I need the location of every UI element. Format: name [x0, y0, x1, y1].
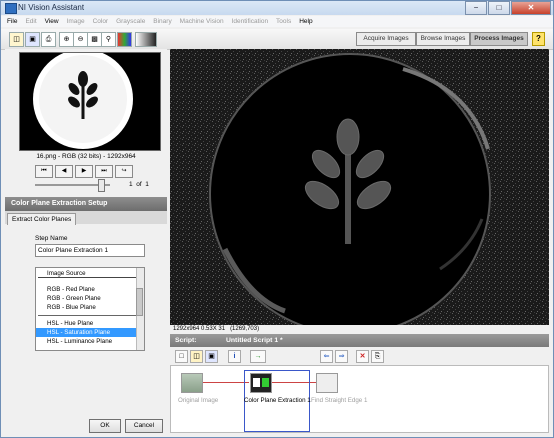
tab-acquire-images[interactable]: Acquire Images [356, 32, 416, 46]
color-palette-icon[interactable] [117, 32, 132, 47]
list-item-rgb-blue[interactable]: RGB - Blue Plane [36, 303, 136, 312]
save-icon[interactable]: ▣ [25, 32, 40, 47]
page-total: 1 [145, 181, 149, 188]
list-item-rgb-red[interactable]: RGB - Red Plane [36, 285, 136, 294]
step-name-label: Step Name [35, 235, 68, 242]
list-divider [38, 315, 136, 316]
delete-step-icon[interactable]: ✕ [356, 350, 369, 363]
script-header: Script: Untitled Script 1 * [170, 334, 549, 347]
menu-file[interactable]: File [7, 16, 17, 27]
move-left-icon[interactable]: ⇐ [320, 350, 333, 363]
setup-tab-strip: Extract Color Planes [5, 211, 167, 225]
setup-title: Color Plane Extraction Setup [5, 197, 167, 211]
last-image-icon[interactable]: ⏭ [95, 165, 113, 178]
list-scroll-thumb[interactable] [136, 288, 143, 316]
menu-view[interactable]: View [45, 16, 59, 27]
menu-image[interactable]: Image [67, 16, 85, 27]
menu-help[interactable]: Help [299, 16, 312, 27]
app-window: NI Vision Assistant − □ ✕ File Edit View… [0, 0, 554, 438]
step-find-straight-edge[interactable] [316, 373, 338, 393]
tab-browse-images[interactable]: Browse Images [416, 32, 470, 46]
image-status-bar: 1292x964 0.53X 31 (1269,703) [170, 325, 549, 334]
open-image-icon[interactable]: ◫ [9, 32, 24, 47]
script-canvas[interactable]: Original Image Color Plane Extraction 1 … [170, 365, 549, 433]
step-name-input[interactable]: Color Plane Extraction 1 [35, 244, 145, 257]
save-script-icon[interactable]: ▣ [205, 350, 218, 363]
image-slider-handle[interactable] [98, 179, 105, 192]
processed-image [170, 49, 549, 325]
step-connector [201, 382, 249, 383]
minimize-button[interactable]: − [465, 1, 487, 15]
script-name: Untitled Script 1 * [226, 337, 283, 344]
menu-color[interactable]: Color [93, 16, 109, 27]
list-item-hsl-luminance[interactable]: HSL - Luminance Plane [36, 337, 136, 346]
run-once-icon[interactable]: → [250, 350, 266, 363]
step-label-original-image: Original Image [178, 397, 219, 404]
color-plane-list[interactable]: Image Source RGB - Red Plane RGB - Green… [35, 267, 145, 351]
tab-process-images[interactable]: Process Images [470, 32, 528, 46]
maximize-button[interactable]: □ [488, 1, 510, 15]
app-logo-icon [5, 3, 17, 14]
list-item-hsl-saturation[interactable]: HSL - Saturation Plane [36, 328, 136, 337]
thumbnail-image [20, 49, 160, 150]
window-title: NI Vision Assistant [18, 3, 85, 12]
cursor-coordinates: (1269,703) [230, 326, 260, 332]
image-info: 1292x964 0.53X 31 [173, 326, 226, 332]
zoom-out-icon[interactable]: ⊖ [73, 32, 88, 47]
page-indicator: 1 of 1 [129, 181, 149, 188]
menu-binary[interactable]: Binary [153, 16, 171, 27]
clipboard-icon[interactable]: ⎘ [371, 350, 384, 363]
main-toolbar: ◫ ▣ ⎙ ⊕ ⊖ ▩ ⚲ Acquire Images Browse Imag… [1, 29, 553, 50]
image-viewer[interactable] [170, 49, 549, 325]
help-icon[interactable]: ? [532, 32, 545, 46]
open-script-icon[interactable]: ◫ [190, 350, 203, 363]
zoom-1-1-icon[interactable]: ⚲ [101, 32, 116, 47]
menu-identification[interactable]: Identification [232, 16, 269, 27]
tab-extract-color-planes[interactable]: Extract Color Planes [7, 213, 77, 225]
image-thumbnail[interactable] [19, 49, 161, 151]
menu-machine-vision[interactable]: Machine Vision [180, 16, 224, 27]
title-bar[interactable]: NI Vision Assistant − □ ✕ [1, 1, 553, 15]
list-item-rgb-green[interactable]: RGB - Green Plane [36, 294, 136, 303]
new-script-icon[interactable]: □ [175, 350, 188, 363]
color-plane-extraction-icon [253, 378, 269, 387]
menu-grayscale[interactable]: Grayscale [116, 16, 145, 27]
zoom-fit-icon[interactable]: ▩ [87, 32, 102, 47]
step-label-find-straight-edge: Find Straight Edge 1 [311, 397, 368, 404]
step-label-color-plane-extraction: Color Plane Extraction 1 [244, 397, 311, 404]
step-original-image[interactable] [181, 373, 203, 393]
first-image-icon[interactable]: ⏮ [35, 165, 53, 178]
print-icon[interactable]: ⎙ [41, 32, 56, 47]
list-item-hsl-hue[interactable]: HSL - Hue Plane [36, 319, 136, 328]
return-icon[interactable]: ↪ [115, 165, 133, 178]
script-label: Script: [175, 337, 197, 344]
menu-edit[interactable]: Edit [25, 16, 36, 27]
ok-button[interactable]: OK [89, 419, 121, 433]
zoom-in-icon[interactable]: ⊕ [59, 32, 74, 47]
script-toolbar: □ ◫ ▣ i → ⇐ ⇒ ✕ ⎘ [170, 347, 549, 364]
menu-bar: File Edit View Image Color Grayscale Bin… [1, 16, 553, 27]
next-image-icon[interactable]: ▶ [75, 165, 93, 178]
cancel-button[interactable]: Cancel [125, 419, 163, 433]
list-header: Image Source [38, 269, 136, 278]
page-of: of [136, 181, 142, 188]
left-panel: 16.png - RGB (32 bits) - 1292x964 ⏮ ◀ ▶ … [5, 49, 167, 433]
menu-tools[interactable]: Tools [276, 16, 291, 27]
info-icon[interactable]: i [228, 350, 241, 363]
move-right-icon[interactable]: ⇒ [335, 350, 348, 363]
step-color-plane-extraction[interactable] [250, 373, 272, 393]
page-current: 1 [129, 181, 133, 188]
image-caption: 16.png - RGB (32 bits) - 1292x964 [36, 153, 136, 160]
close-button[interactable]: ✕ [511, 1, 551, 15]
previous-image-icon[interactable]: ◀ [55, 165, 73, 178]
gradient-icon[interactable] [135, 32, 157, 47]
